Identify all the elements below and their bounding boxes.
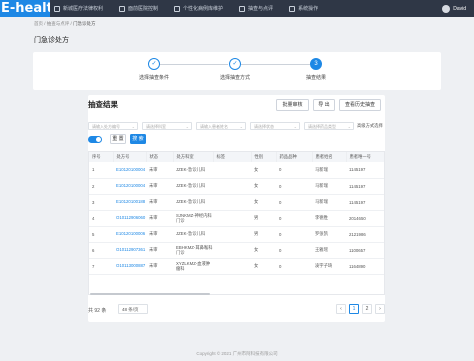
chevron-down-icon: ⌄ (239, 124, 243, 129)
result-table: 序号 处方号 状态 处方科室 标签 性别 药品品种 患者姓名 患者唯一号 1 E1… (88, 151, 385, 295)
reset-button[interactable]: 重 置 (110, 134, 126, 144)
main-nav: 新城医疗法律权利 面前医院控制 个性化病例库维护 抽查与点评 系统操作 (54, 5, 334, 12)
database-icon (174, 5, 181, 12)
batch-review-button[interactable]: 批量审核 (276, 99, 309, 111)
toggle-knob (96, 137, 101, 142)
rx-link[interactable]: E10120100188 (113, 194, 146, 211)
nav-item-settings[interactable]: 系统操作 (289, 5, 318, 12)
rx-number-input[interactable]: 请输入处方编号 ⌄ (88, 122, 138, 130)
breadcrumb: 首页 / 抽查与点评 / 门急诊处方 (34, 21, 96, 26)
pagination-bar: 共 92 条 48 条/页 ‹ 1 2 › (88, 304, 385, 316)
chevron-down-icon: ⌄ (131, 124, 135, 129)
result-card: 抽查结果 批量审核 导 出 查看历史抽查 请输入处方编号 ⌄ 请选择科室 ⌄ 请输入… (88, 95, 385, 322)
prev-page-button[interactable]: ‹ (336, 304, 346, 314)
rx-link[interactable]: O10112907361 (113, 242, 146, 259)
col-header[interactable]: 标签 (213, 152, 252, 162)
check-icon: ✓ (229, 58, 241, 70)
drug-type-select[interactable]: 请选择药品类型 ⌄ (304, 122, 354, 130)
page-1-button[interactable]: 1 (349, 304, 359, 314)
check-icon: ✓ (148, 58, 160, 70)
avatar (442, 4, 451, 13)
copyright: Copyright © 2021 广州市阿科技有限公司 (196, 351, 278, 356)
step-select-conditions: ✓ 选择抽查条件 (114, 58, 194, 81)
nav-item-database[interactable]: 个性化病例库维护 (174, 5, 223, 12)
breadcrumb-review[interactable]: 抽查与点评 (47, 21, 70, 26)
steps-card: ✓ 选择抽查条件 ✓ 选择抽查方式 3 抽查结果 (33, 52, 441, 90)
rx-link[interactable]: E10120100006 (113, 226, 146, 243)
chevron-down-icon: ⌄ (347, 124, 351, 129)
user-menu[interactable]: David (442, 0, 466, 17)
top-navbar: E-health 新城医疗法律权利 面前医院控制 个性化病例库维护 抽查与点评 … (0, 0, 474, 17)
page-size-select[interactable]: 48 条/页 (118, 304, 148, 314)
nav-item-law[interactable]: 新城医疗法律权利 (54, 5, 103, 12)
table-header: 序号 处方号 状态 处方科室 标签 性别 药品品种 患者姓名 患者唯一号 (89, 152, 384, 162)
search-button[interactable]: 搜 索 (130, 134, 146, 144)
step-select-method: ✓ 选择抽查方式 (195, 58, 275, 81)
review-icon (239, 5, 246, 12)
col-header[interactable]: 处方号 (113, 152, 147, 162)
col-header[interactable]: 药品品种 (276, 152, 313, 162)
col-header[interactable]: 序号 (89, 152, 114, 162)
table-row[interactable]: 5 E10120100006 未审 JZEK-急诊儿科男 0 罗张凯 2121986 (89, 226, 384, 243)
chevron-down-icon: ⌄ (293, 124, 297, 129)
settings-icon (289, 5, 296, 12)
status-select[interactable]: 请选择状态 ⌄ (250, 122, 300, 130)
history-button[interactable]: 查看历史抽查 (339, 99, 381, 111)
law-icon (54, 5, 60, 12)
rx-link[interactable]: E10120100004 (113, 178, 146, 195)
breadcrumb-home[interactable]: 首页 (34, 21, 43, 26)
rx-link[interactable]: O10112906060 (113, 210, 146, 227)
pager: ‹ 1 2 › (333, 304, 385, 314)
chevron-down-icon: ⌄ (185, 124, 189, 129)
rx-link[interactable]: E10120100004 (113, 162, 146, 179)
col-header[interactable]: 状态 (146, 152, 174, 162)
page-2-button[interactable]: 2 (362, 304, 372, 314)
step-number: 3 (310, 58, 322, 70)
col-header[interactable]: 患者姓名 (312, 152, 347, 162)
monitor-icon (119, 5, 126, 12)
result-title: 抽查结果 (88, 100, 118, 109)
advanced-filter-link[interactable]: 高级方式选择 (357, 123, 383, 129)
app-logo[interactable]: E-health (0, 0, 50, 17)
user-name: David (453, 5, 466, 12)
dept-select[interactable]: 请选择科室 ⌄ (142, 122, 192, 130)
table-row[interactable]: 3 E10120100188 未审 JZEK-急诊儿科女 0 马新瑞 1145197 (89, 194, 384, 211)
col-header[interactable]: 患者唯一号 (346, 152, 384, 162)
breadcrumb-current: 门急诊处方 (73, 21, 96, 26)
col-header[interactable]: 处方科室 (173, 152, 214, 162)
filter-toggle[interactable] (88, 136, 102, 143)
horizontal-scrollbar[interactable] (90, 293, 210, 295)
nav-item-monitor[interactable]: 面前医院控制 (119, 5, 158, 12)
nav-item-review[interactable]: 抽查与点评 (239, 5, 273, 12)
table-row[interactable]: 1 E10120100004 未审 JZEK-急诊儿科女 0 马新瑞 1145197 (89, 162, 384, 179)
next-page-button[interactable]: › (375, 304, 385, 314)
table-row[interactable]: 7 O10113000887 未审 XYZLKMZ-血液肿瘤科女 0 凌宇子琦 116489… (89, 258, 384, 275)
table-row[interactable]: 2 E10120100004 未审 JZEK-急诊儿科女 0 马新瑞 1145197 (89, 178, 384, 195)
table-row[interactable]: 4 O10112906060 未审 SJNKMZ-神经内科门诊男 0 李德胜 2014650 (89, 210, 384, 227)
rx-link[interactable]: O10113000887 (113, 258, 146, 275)
patient-name-input[interactable]: 请输入患者姓名 ⌄ (196, 122, 246, 130)
total-count: 共 92 条 (88, 308, 107, 314)
table-row[interactable]: 6 O10112907361 未审 EBHKMZ-耳鼻喉科门诊女 0 王雅瑶 1100657 (89, 242, 384, 259)
col-header[interactable]: 性别 (251, 152, 277, 162)
page-title: 门急诊处方 (34, 37, 69, 44)
export-button[interactable]: 导 出 (313, 99, 335, 111)
step-result: 3 抽查结果 (276, 58, 356, 81)
